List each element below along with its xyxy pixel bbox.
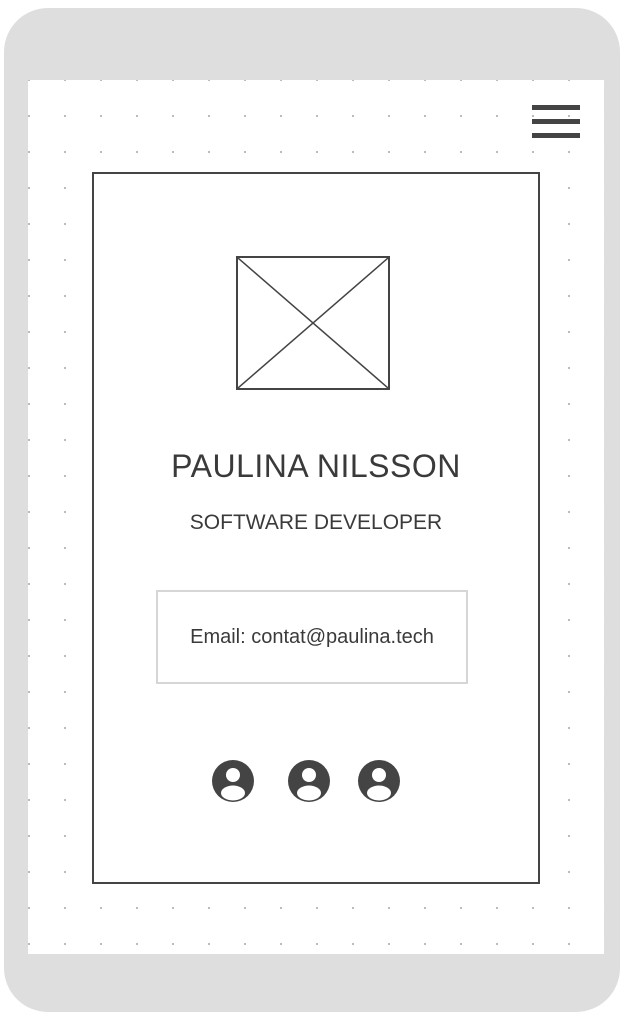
email-box: Email: contat@paulina.tech: [156, 590, 468, 684]
user-circle-icon[interactable]: [357, 759, 401, 803]
user-circle-icon[interactable]: [211, 759, 255, 803]
menu-bar: [532, 133, 580, 138]
phone-frame: PAULINA NILSSON SOFTWARE DEVELOPER Email…: [4, 8, 620, 1012]
menu-bar: [532, 119, 580, 124]
menu-bar: [532, 105, 580, 110]
phone-screen: PAULINA NILSSON SOFTWARE DEVELOPER Email…: [28, 80, 604, 954]
user-circle-icon[interactable]: [287, 759, 331, 803]
hamburger-menu-icon[interactable]: [532, 105, 580, 139]
profile-title: SOFTWARE DEVELOPER: [189, 511, 443, 534]
email-text[interactable]: Email: contat@paulina.tech: [190, 626, 434, 649]
profile-name: PAULINA NILSSON: [171, 448, 461, 484]
image-placeholder-icon: [236, 256, 390, 390]
profile-card: PAULINA NILSSON SOFTWARE DEVELOPER Email…: [92, 172, 540, 884]
